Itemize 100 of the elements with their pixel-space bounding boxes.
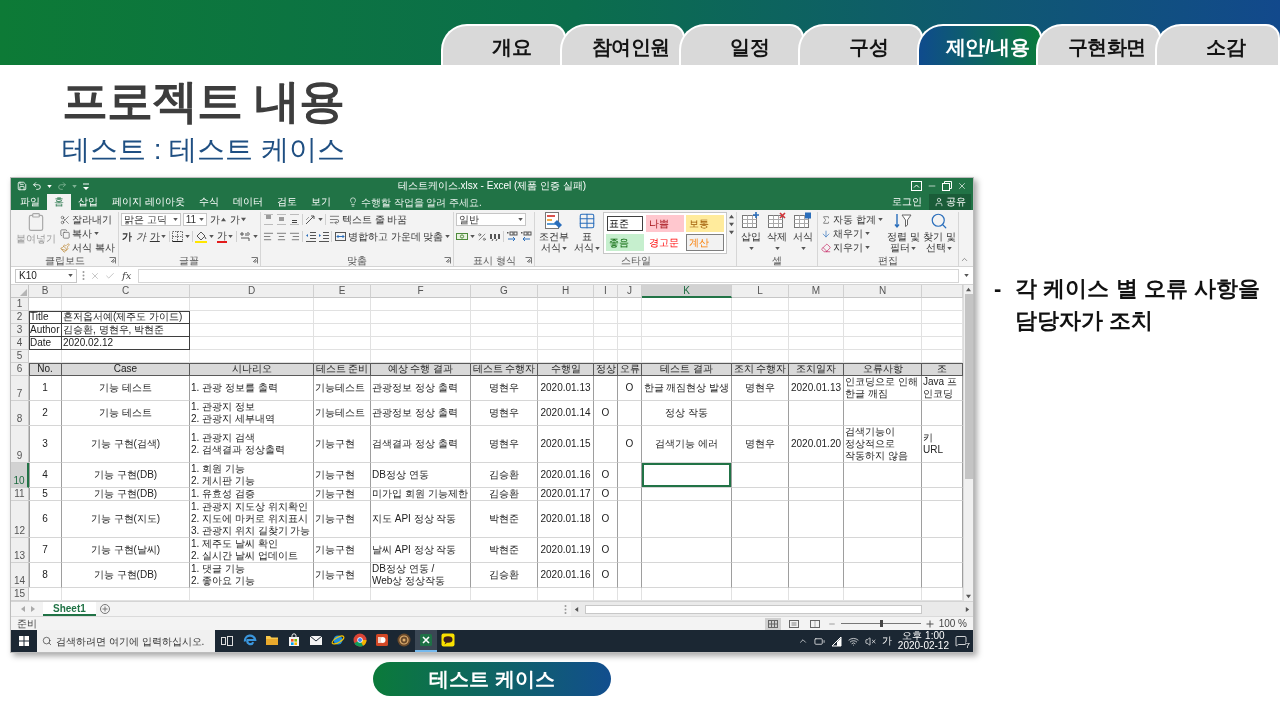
row-number[interactable]: 1 <box>11 298 29 311</box>
name-box[interactable]: K10 <box>15 268 77 283</box>
row-number[interactable]: 3 <box>11 324 29 337</box>
sign-in-button[interactable]: 로그인 <box>885 194 929 210</box>
delete-cells-button[interactable]: 삭제 <box>765 212 790 253</box>
clock-date[interactable]: 2020-02-12 <box>897 641 949 651</box>
column-header[interactable]: E <box>314 285 371 298</box>
cell-style-option[interactable]: 좋음 <box>606 234 645 251</box>
column-header[interactable]: F <box>371 285 471 298</box>
row-number[interactable]: 7 <box>11 376 29 401</box>
number-format-field[interactable]: 일반 <box>456 213 527 226</box>
sort-filter-icon[interactable] <box>894 212 913 230</box>
column-header[interactable]: J <box>618 285 642 298</box>
section-tab[interactable]: 구성 <box>798 24 923 65</box>
menu-tab[interactable]: 검토 <box>269 194 304 210</box>
phonetic-guide-icon[interactable] <box>238 231 251 242</box>
underline-button[interactable]: 가 <box>148 230 167 243</box>
tell-me-field[interactable]: 수행할 작업을 알려 주세요. <box>343 194 505 210</box>
text-angle-icon[interactable] <box>304 214 316 225</box>
cell-style-option[interactable]: 나쁨 <box>646 215 685 232</box>
font-name-field[interactable]: 맑은 고딕 <box>120 213 181 226</box>
align-left-icon[interactable] <box>262 231 274 242</box>
section-tab[interactable]: 구현화면 <box>1036 24 1161 65</box>
font-color-button[interactable]: 가 <box>215 230 234 243</box>
align-right-icon[interactable] <box>288 231 300 242</box>
borders-icon[interactable] <box>171 231 183 242</box>
menu-tab[interactable]: 수식 <box>191 194 226 210</box>
italic-button[interactable]: 가 <box>134 230 147 243</box>
insert-cells-button[interactable]: 삽입 <box>739 212 764 253</box>
restore-icon[interactable] <box>942 181 952 191</box>
find-select-button[interactable]: 찾기 및 선택 <box>922 212 957 253</box>
view-button[interactable] <box>764 617 781 630</box>
notification-icon[interactable] <box>955 635 967 647</box>
shrink-font-button[interactable]: 가 <box>228 213 247 226</box>
row-number[interactable]: 10 <box>11 463 29 488</box>
menu-tab[interactable]: 보기 <box>303 194 338 210</box>
clock-time[interactable]: 오후 1:00 <box>902 631 945 641</box>
section-tab[interactable]: 소감 <box>1155 24 1280 65</box>
table-format-button[interactable]: 표 서식 <box>573 212 602 253</box>
battery-icon[interactable] <box>813 635 825 647</box>
scrollbar-thumb[interactable] <box>964 294 973 479</box>
column-header[interactable]: H <box>538 285 594 298</box>
customize-icon[interactable] <box>82 181 90 191</box>
row-number[interactable]: 9 <box>11 426 29 463</box>
column-header[interactable]: G <box>471 285 538 298</box>
column-header[interactable]: M <box>789 285 844 298</box>
column-header[interactable]: D <box>190 285 314 298</box>
cell-style-option[interactable]: 표준 <box>606 215 645 232</box>
wifi-icon[interactable] <box>847 635 859 647</box>
cell-style-option[interactable]: 보통 <box>686 215 725 232</box>
format-cells-icon[interactable] <box>794 212 813 230</box>
row-number[interactable]: 15 <box>11 588 29 601</box>
zoom-thumb[interactable] <box>879 620 883 627</box>
column-header[interactable]: L <box>732 285 789 298</box>
column-header[interactable]: K <box>642 285 732 298</box>
zoom-slider[interactable] <box>840 620 921 627</box>
indent-increase-icon[interactable] <box>317 231 329 242</box>
scrollbar-thumb[interactable] <box>585 604 922 614</box>
conditional-format-button[interactable]: 조건부 서식 <box>537 212 572 253</box>
merge-center-button[interactable]: 병합하고 가운데 맞춤 <box>333 230 452 243</box>
section-tab[interactable]: 제안/내용 <box>917 24 1042 65</box>
cut-button[interactable]: 잘라내기 <box>59 213 116 226</box>
formula-field[interactable] <box>138 268 959 283</box>
muted-speaker-icon[interactable] <box>864 635 876 647</box>
indent-decrease-icon[interactable] <box>304 231 316 242</box>
font-size-field[interactable]: 11 <box>182 213 207 226</box>
horizontal-scrollbar[interactable] <box>571 602 973 616</box>
search-field[interactable]: 검색하려면 여기에 입력하십시오. <box>37 630 215 652</box>
launcher-icon[interactable] <box>250 256 258 264</box>
fill-button[interactable]: 채우기 <box>820 227 885 240</box>
conditional-format-icon[interactable] <box>545 212 564 230</box>
merge-cells-icon[interactable] <box>334 231 346 242</box>
add-sheet-icon[interactable] <box>99 604 110 614</box>
column-header[interactable]: C <box>62 285 190 298</box>
decimal-increase-icon[interactable] <box>506 231 519 242</box>
zoom-in-icon[interactable] <box>925 619 934 628</box>
taskbar-button[interactable] <box>415 630 437 652</box>
format-painter-button[interactable]: 서식 복사 <box>59 241 116 254</box>
menu-tab[interactable]: 삽입 <box>71 194 105 210</box>
undo-icon[interactable] <box>32 181 42 191</box>
row-number[interactable]: 11 <box>11 488 29 501</box>
row-number[interactable]: 12 <box>11 501 29 538</box>
wrap-text-button[interactable]: 텍스트 줄 바꿈 <box>327 213 409 226</box>
share-button[interactable]: 공유 <box>929 194 971 210</box>
align-center-icon[interactable] <box>275 231 287 242</box>
row-number[interactable]: 4 <box>11 337 29 350</box>
copy-button[interactable]: 복사 <box>59 227 116 240</box>
launcher-icon[interactable] <box>444 256 452 264</box>
row-number[interactable]: 5 <box>11 350 29 363</box>
menu-tab[interactable]: 홈 <box>47 194 71 210</box>
row-number[interactable]: 6 <box>11 363 29 376</box>
vertical-scrollbar[interactable] <box>963 285 973 601</box>
sort-filter-button[interactable]: 정렬 및 필터 <box>886 212 921 253</box>
menu-tab[interactable]: 데이터 <box>225 194 270 210</box>
currency-icon[interactable] <box>456 231 469 242</box>
row-number[interactable]: 14 <box>11 563 29 588</box>
signal-bars-icon[interactable] <box>830 635 842 647</box>
section-tab[interactable]: 일정 <box>679 24 804 65</box>
thousands-separator-icon[interactable] <box>489 231 502 242</box>
chevron-up-icon[interactable] <box>797 636 808 646</box>
